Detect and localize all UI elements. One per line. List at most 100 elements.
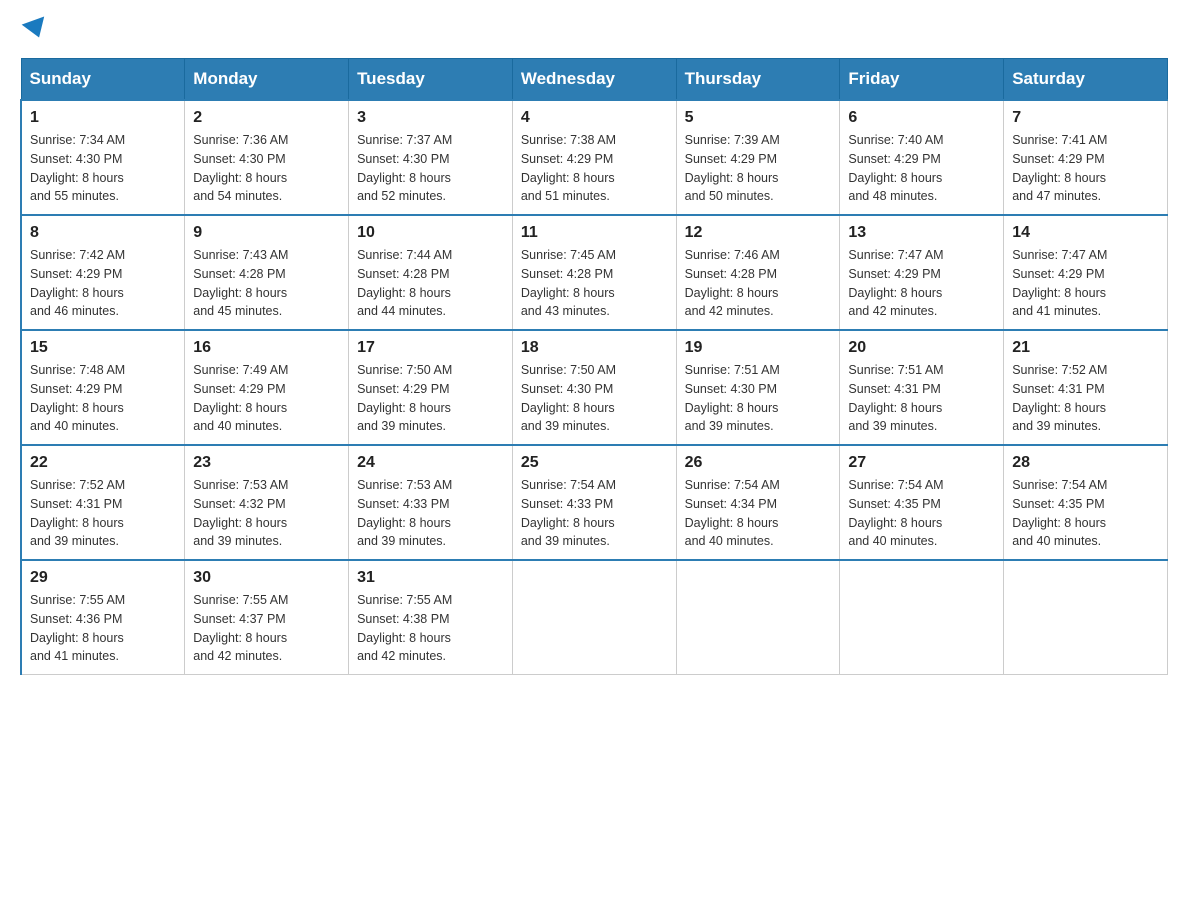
- day-number: 2: [193, 109, 340, 127]
- week-row-2: 8 Sunrise: 7:42 AM Sunset: 4:29 PM Dayli…: [21, 215, 1168, 330]
- day-info: Sunrise: 7:43 AM Sunset: 4:28 PM Dayligh…: [193, 246, 340, 321]
- day-number: 6: [848, 109, 995, 127]
- calendar-cell: 8 Sunrise: 7:42 AM Sunset: 4:29 PM Dayli…: [21, 215, 185, 330]
- calendar-cell: 13 Sunrise: 7:47 AM Sunset: 4:29 PM Dayl…: [840, 215, 1004, 330]
- header-sunday: Sunday: [21, 59, 185, 101]
- day-number: 28: [1012, 454, 1159, 472]
- day-info: Sunrise: 7:53 AM Sunset: 4:33 PM Dayligh…: [357, 476, 504, 551]
- day-number: 22: [30, 454, 176, 472]
- calendar-cell: 11 Sunrise: 7:45 AM Sunset: 4:28 PM Dayl…: [512, 215, 676, 330]
- calendar-cell: 26 Sunrise: 7:54 AM Sunset: 4:34 PM Dayl…: [676, 445, 840, 560]
- header-saturday: Saturday: [1004, 59, 1168, 101]
- logo: [20, 20, 48, 38]
- header-monday: Monday: [185, 59, 349, 101]
- day-info: Sunrise: 7:36 AM Sunset: 4:30 PM Dayligh…: [193, 131, 340, 206]
- calendar-cell: 9 Sunrise: 7:43 AM Sunset: 4:28 PM Dayli…: [185, 215, 349, 330]
- calendar-cell: 30 Sunrise: 7:55 AM Sunset: 4:37 PM Dayl…: [185, 560, 349, 675]
- day-info: Sunrise: 7:41 AM Sunset: 4:29 PM Dayligh…: [1012, 131, 1159, 206]
- calendar-cell: 12 Sunrise: 7:46 AM Sunset: 4:28 PM Dayl…: [676, 215, 840, 330]
- day-number: 1: [30, 109, 176, 127]
- header-tuesday: Tuesday: [349, 59, 513, 101]
- day-info: Sunrise: 7:40 AM Sunset: 4:29 PM Dayligh…: [848, 131, 995, 206]
- day-number: 31: [357, 569, 504, 587]
- day-number: 14: [1012, 224, 1159, 242]
- calendar-cell: 7 Sunrise: 7:41 AM Sunset: 4:29 PM Dayli…: [1004, 100, 1168, 215]
- day-number: 5: [685, 109, 832, 127]
- day-info: Sunrise: 7:51 AM Sunset: 4:31 PM Dayligh…: [848, 361, 995, 436]
- day-number: 19: [685, 339, 832, 357]
- header-thursday: Thursday: [676, 59, 840, 101]
- day-number: 25: [521, 454, 668, 472]
- calendar-cell: 22 Sunrise: 7:52 AM Sunset: 4:31 PM Dayl…: [21, 445, 185, 560]
- calendar-cell: 14 Sunrise: 7:47 AM Sunset: 4:29 PM Dayl…: [1004, 215, 1168, 330]
- header-friday: Friday: [840, 59, 1004, 101]
- day-number: 27: [848, 454, 995, 472]
- page-header: [20, 20, 1168, 38]
- day-info: Sunrise: 7:52 AM Sunset: 4:31 PM Dayligh…: [30, 476, 176, 551]
- day-info: Sunrise: 7:51 AM Sunset: 4:30 PM Dayligh…: [685, 361, 832, 436]
- day-info: Sunrise: 7:55 AM Sunset: 4:37 PM Dayligh…: [193, 591, 340, 666]
- day-info: Sunrise: 7:38 AM Sunset: 4:29 PM Dayligh…: [521, 131, 668, 206]
- day-info: Sunrise: 7:54 AM Sunset: 4:35 PM Dayligh…: [848, 476, 995, 551]
- day-info: Sunrise: 7:46 AM Sunset: 4:28 PM Dayligh…: [685, 246, 832, 321]
- day-number: 23: [193, 454, 340, 472]
- calendar-cell: 18 Sunrise: 7:50 AM Sunset: 4:30 PM Dayl…: [512, 330, 676, 445]
- day-number: 26: [685, 454, 832, 472]
- logo-blue-text: [20, 20, 48, 38]
- day-number: 24: [357, 454, 504, 472]
- calendar-cell: 24 Sunrise: 7:53 AM Sunset: 4:33 PM Dayl…: [349, 445, 513, 560]
- day-info: Sunrise: 7:39 AM Sunset: 4:29 PM Dayligh…: [685, 131, 832, 206]
- day-number: 18: [521, 339, 668, 357]
- day-info: Sunrise: 7:44 AM Sunset: 4:28 PM Dayligh…: [357, 246, 504, 321]
- calendar-cell: 31 Sunrise: 7:55 AM Sunset: 4:38 PM Dayl…: [349, 560, 513, 675]
- day-number: 4: [521, 109, 668, 127]
- day-number: 8: [30, 224, 176, 242]
- day-number: 7: [1012, 109, 1159, 127]
- calendar-cell: [840, 560, 1004, 675]
- calendar-cell: 5 Sunrise: 7:39 AM Sunset: 4:29 PM Dayli…: [676, 100, 840, 215]
- calendar-table: SundayMondayTuesdayWednesdayThursdayFrid…: [20, 58, 1168, 675]
- day-number: 13: [848, 224, 995, 242]
- calendar-cell: 4 Sunrise: 7:38 AM Sunset: 4:29 PM Dayli…: [512, 100, 676, 215]
- day-number: 21: [1012, 339, 1159, 357]
- day-number: 9: [193, 224, 340, 242]
- day-info: Sunrise: 7:54 AM Sunset: 4:33 PM Dayligh…: [521, 476, 668, 551]
- calendar-cell: [1004, 560, 1168, 675]
- calendar-cell: 28 Sunrise: 7:54 AM Sunset: 4:35 PM Dayl…: [1004, 445, 1168, 560]
- day-number: 11: [521, 224, 668, 242]
- day-info: Sunrise: 7:50 AM Sunset: 4:29 PM Dayligh…: [357, 361, 504, 436]
- day-info: Sunrise: 7:54 AM Sunset: 4:35 PM Dayligh…: [1012, 476, 1159, 551]
- calendar-cell: 23 Sunrise: 7:53 AM Sunset: 4:32 PM Dayl…: [185, 445, 349, 560]
- calendar-cell: 29 Sunrise: 7:55 AM Sunset: 4:36 PM Dayl…: [21, 560, 185, 675]
- day-number: 3: [357, 109, 504, 127]
- calendar-cell: 19 Sunrise: 7:51 AM Sunset: 4:30 PM Dayl…: [676, 330, 840, 445]
- day-info: Sunrise: 7:55 AM Sunset: 4:36 PM Dayligh…: [30, 591, 176, 666]
- calendar-header-row: SundayMondayTuesdayWednesdayThursdayFrid…: [21, 59, 1168, 101]
- calendar-cell: 2 Sunrise: 7:36 AM Sunset: 4:30 PM Dayli…: [185, 100, 349, 215]
- calendar-cell: [512, 560, 676, 675]
- week-row-5: 29 Sunrise: 7:55 AM Sunset: 4:36 PM Dayl…: [21, 560, 1168, 675]
- calendar-cell: 10 Sunrise: 7:44 AM Sunset: 4:28 PM Dayl…: [349, 215, 513, 330]
- day-number: 17: [357, 339, 504, 357]
- day-info: Sunrise: 7:49 AM Sunset: 4:29 PM Dayligh…: [193, 361, 340, 436]
- day-info: Sunrise: 7:37 AM Sunset: 4:30 PM Dayligh…: [357, 131, 504, 206]
- day-number: 12: [685, 224, 832, 242]
- day-number: 15: [30, 339, 176, 357]
- day-number: 10: [357, 224, 504, 242]
- day-number: 16: [193, 339, 340, 357]
- calendar-cell: 27 Sunrise: 7:54 AM Sunset: 4:35 PM Dayl…: [840, 445, 1004, 560]
- day-info: Sunrise: 7:55 AM Sunset: 4:38 PM Dayligh…: [357, 591, 504, 666]
- calendar-cell: 6 Sunrise: 7:40 AM Sunset: 4:29 PM Dayli…: [840, 100, 1004, 215]
- calendar-cell: [676, 560, 840, 675]
- day-info: Sunrise: 7:47 AM Sunset: 4:29 PM Dayligh…: [1012, 246, 1159, 321]
- day-info: Sunrise: 7:34 AM Sunset: 4:30 PM Dayligh…: [30, 131, 176, 206]
- logo-triangle-icon: [22, 16, 51, 41]
- day-info: Sunrise: 7:48 AM Sunset: 4:29 PM Dayligh…: [30, 361, 176, 436]
- day-info: Sunrise: 7:45 AM Sunset: 4:28 PM Dayligh…: [521, 246, 668, 321]
- calendar-cell: 15 Sunrise: 7:48 AM Sunset: 4:29 PM Dayl…: [21, 330, 185, 445]
- day-number: 30: [193, 569, 340, 587]
- day-number: 29: [30, 569, 176, 587]
- calendar-cell: 16 Sunrise: 7:49 AM Sunset: 4:29 PM Dayl…: [185, 330, 349, 445]
- header-wednesday: Wednesday: [512, 59, 676, 101]
- day-info: Sunrise: 7:54 AM Sunset: 4:34 PM Dayligh…: [685, 476, 832, 551]
